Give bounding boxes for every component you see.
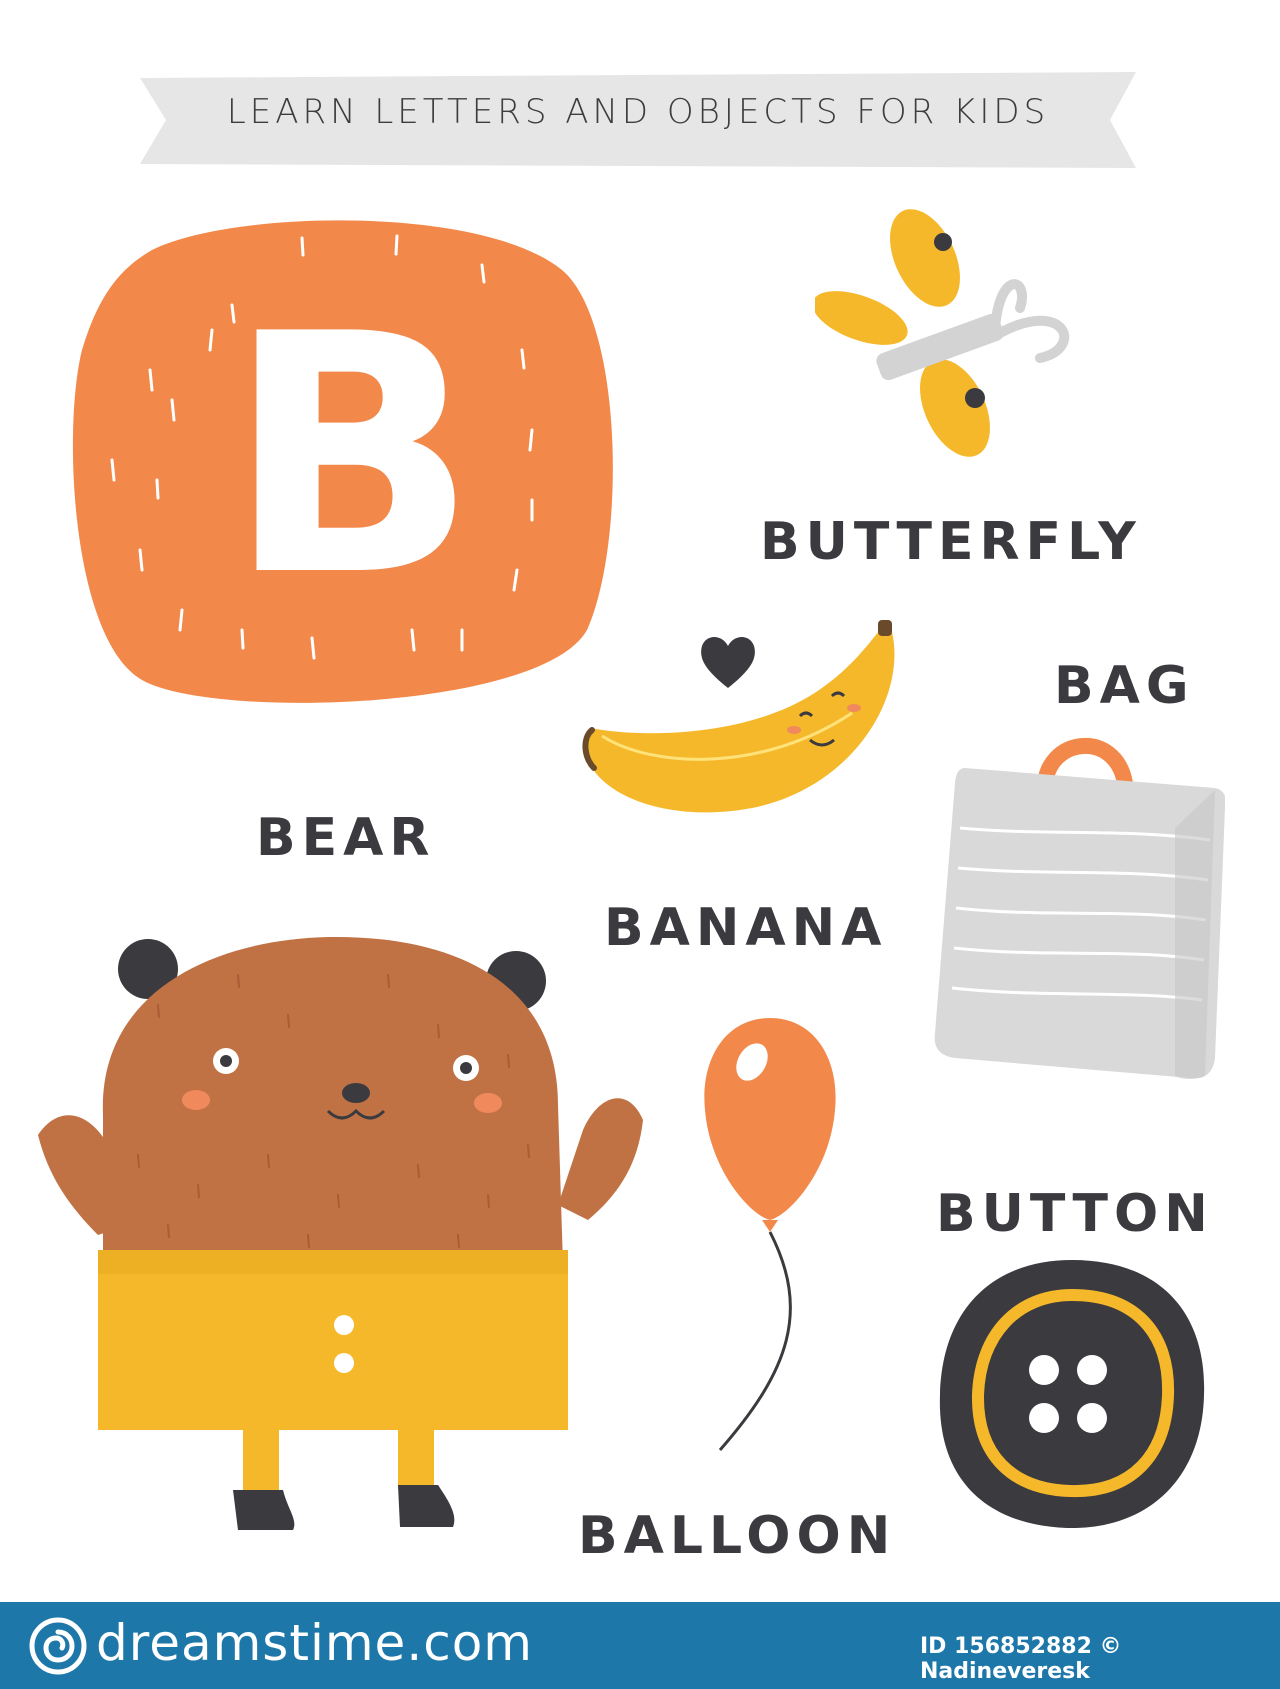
label-bag: BAG (1054, 656, 1195, 716)
letter-b-badge: B (72, 220, 613, 703)
bear-icon (38, 936, 643, 1530)
label-butterfly: BUTTERFLY (760, 512, 1142, 572)
bag-icon (934, 738, 1225, 1079)
letter-b: B (226, 264, 478, 648)
spiral-logo-icon (29, 1617, 87, 1675)
page-title: LEARN LETTERS AND OBJECTS FOR KIDS (226, 92, 1050, 132)
image-credit: ID 156852882 © Nadineveresk (920, 1634, 1122, 1684)
butterfly-icon (815, 209, 1070, 457)
label-button: BUTTON (936, 1184, 1214, 1244)
balloon-icon (704, 1018, 836, 1451)
button-icon (939, 1260, 1205, 1529)
label-balloon: BALLOON (578, 1506, 897, 1566)
banana-icon (582, 620, 895, 813)
label-bear: BEAR (256, 808, 436, 868)
footer-brand[interactable]: dreamstime.com (96, 1614, 533, 1672)
